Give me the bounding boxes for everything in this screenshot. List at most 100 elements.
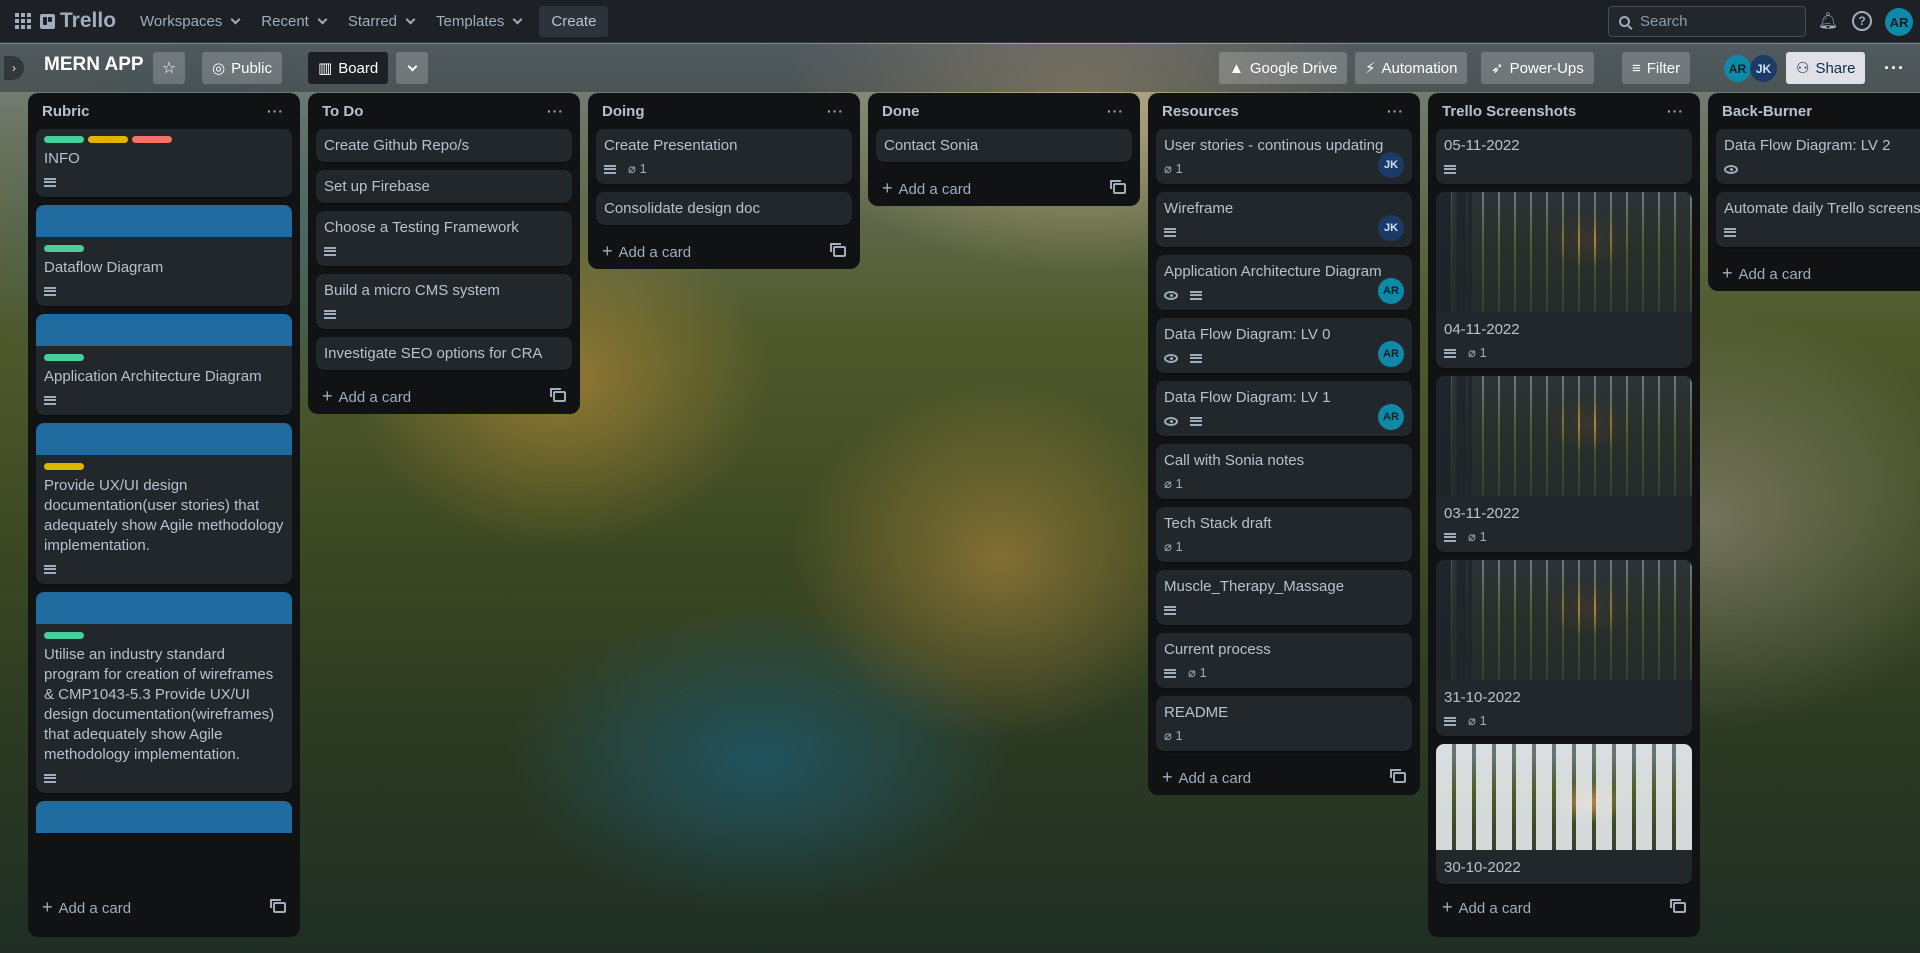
nav-recent[interactable]: Recent	[251, 7, 336, 36]
card[interactable]: Data Flow Diagram: LV 1 AR	[1156, 381, 1412, 436]
list-title[interactable]: Rubric	[42, 103, 90, 120]
card[interactable]: INFO	[36, 129, 292, 197]
card-template-icon[interactable]	[270, 898, 286, 913]
add-card-button[interactable]: + Add a card	[316, 378, 572, 414]
card[interactable]: Data Flow Diagram: LV 0 AR	[1156, 318, 1412, 373]
card[interactable]: 04-11-2022 ⌀ 1	[1436, 192, 1692, 368]
board-menu-dots-icon[interactable]: ···	[1884, 58, 1905, 79]
board-view-button[interactable]: ▥ Board	[308, 52, 389, 84]
notifications-bell-icon[interactable]: 🔔︎	[1818, 11, 1838, 31]
nav-workspaces[interactable]: Workspaces	[130, 7, 249, 36]
views-dropdown-button[interactable]	[396, 52, 428, 84]
add-card-button[interactable]: + Add a card	[1716, 255, 1912, 291]
list-title[interactable]: Resources	[1162, 103, 1239, 120]
list-title[interactable]: Back-Burner	[1722, 103, 1812, 120]
list-menu-dots-icon[interactable]: ···	[547, 103, 564, 119]
card[interactable]: Application Architecture Diagram	[36, 314, 292, 415]
card[interactable]: Provide UX/UI design documentation(user …	[36, 423, 292, 584]
card[interactable]: Build a micro CMS system	[316, 274, 572, 329]
add-card-button[interactable]: + Add a card	[876, 170, 1132, 206]
filter-button[interactable]: ≡ Filter	[1622, 52, 1691, 84]
automation-button[interactable]: ⚡ Automation	[1355, 52, 1468, 84]
card-title: INFO	[44, 150, 80, 167]
card-template-icon[interactable]	[550, 387, 566, 402]
list-to-do: To Do ··· Create Github Repo/s Set up Fi…	[308, 93, 580, 414]
card[interactable]: Automate daily Trello screensh	[1716, 192, 1920, 247]
nav-templates[interactable]: Templates	[426, 7, 531, 36]
card[interactable]: Contact Sonia	[876, 129, 1132, 162]
card-template-icon[interactable]	[830, 242, 846, 257]
board-title[interactable]: MERN APP	[44, 54, 144, 76]
card-member-avatar[interactable]: AR	[1378, 341, 1404, 367]
card[interactable]: Muscle_Therapy_Massage	[1156, 570, 1412, 625]
trello-logo[interactable]: Trello	[40, 9, 116, 33]
label-green[interactable]	[44, 632, 84, 639]
add-card-button[interactable]: + Add a card	[596, 233, 852, 269]
card[interactable]: User stories - continous updating ⌀ 1 JK	[1156, 129, 1412, 184]
app-switcher-icon[interactable]	[12, 10, 34, 32]
share-button[interactable]: ⚇ Share	[1786, 52, 1866, 84]
expand-sidebar-chevron-icon[interactable]: ›	[4, 56, 24, 80]
card-member-avatar[interactable]: JK	[1378, 215, 1404, 241]
add-card-button[interactable]: + Add a card	[36, 889, 292, 925]
list-title[interactable]: To Do	[322, 103, 363, 120]
label-green[interactable]	[44, 354, 84, 361]
help-icon[interactable]: ?	[1852, 11, 1872, 31]
card[interactable]: Call with Sonia notes ⌀ 1	[1156, 444, 1412, 499]
card[interactable]: Choose a Testing Framework	[316, 211, 572, 266]
card[interactable]: 31-10-2022 ⌀ 1	[1436, 560, 1692, 736]
card[interactable]: 03-11-2022 ⌀ 1	[1436, 376, 1692, 552]
list-menu-dots-icon[interactable]: ···	[1107, 103, 1124, 119]
card[interactable]: Set up Firebase	[316, 170, 572, 203]
list-title[interactable]: Trello Screenshots	[1442, 103, 1576, 120]
google-drive-button[interactable]: ▲ Google Drive	[1219, 52, 1348, 84]
card[interactable]: Data Flow Diagram: LV 2	[1716, 129, 1920, 184]
power-ups-button[interactable]: ➶ Power-Ups	[1481, 52, 1594, 84]
list-menu-dots-icon[interactable]: ···	[1667, 103, 1684, 119]
card[interactable]: Create Github Repo/s	[316, 129, 572, 162]
card[interactable]: 05-11-2022	[1436, 129, 1692, 184]
search-input[interactable]: Search	[1608, 6, 1806, 37]
card[interactable]: Wireframe JK	[1156, 192, 1412, 247]
card[interactable]: README ⌀ 1	[1156, 696, 1412, 751]
card-cover-image	[1436, 376, 1692, 496]
card-template-icon[interactable]	[1110, 179, 1126, 194]
list-menu-dots-icon[interactable]: ···	[267, 103, 284, 119]
list-menu-dots-icon[interactable]: ···	[1387, 103, 1404, 119]
card-member-avatar[interactable]: AR	[1378, 278, 1404, 304]
card-cover	[36, 423, 292, 455]
card[interactable]: Tech Stack draft ⌀ 1	[1156, 507, 1412, 562]
user-avatar[interactable]: AR	[1885, 8, 1913, 36]
card[interactable]: Utilise an industry standard program for…	[36, 592, 292, 793]
card[interactable]	[36, 801, 292, 833]
visibility-button[interactable]: ◎ Public	[202, 52, 282, 84]
card-template-icon[interactable]	[1390, 768, 1406, 783]
card[interactable]: Consolidate design doc	[596, 192, 852, 225]
list-title[interactable]: Doing	[602, 103, 645, 120]
card[interactable]: 30-10-2022	[1436, 744, 1692, 884]
member-avatar[interactable]: JK	[1750, 55, 1777, 82]
list-title[interactable]: Done	[882, 103, 920, 120]
card-template-icon[interactable]	[1670, 898, 1686, 913]
list-menu-dots-icon[interactable]: ···	[827, 103, 844, 119]
card[interactable]: Create Presentation ⌀ 1	[596, 129, 852, 184]
card-member-avatar[interactable]: AR	[1378, 404, 1404, 430]
card[interactable]: Investigate SEO options for CRA	[316, 337, 572, 370]
member-avatar[interactable]: AR	[1724, 55, 1751, 82]
card-labels[interactable]	[44, 136, 284, 143]
card-member-avatar[interactable]: JK	[1378, 152, 1404, 178]
add-card-button[interactable]: + Add a card	[1156, 759, 1412, 795]
add-card-button[interactable]: + Add a card	[1436, 889, 1692, 925]
nav-starred[interactable]: Starred	[338, 7, 424, 36]
label-green[interactable]	[44, 245, 84, 252]
create-button[interactable]: Create	[539, 5, 609, 37]
card[interactable]: Application Architecture Diagram AR	[1156, 255, 1412, 310]
label-yellow[interactable]	[88, 136, 128, 143]
label-red[interactable]	[132, 136, 172, 143]
label-yellow[interactable]	[44, 463, 84, 470]
star-board-button[interactable]: ☆	[153, 52, 185, 84]
card[interactable]: Current process ⌀ 1	[1156, 633, 1412, 688]
card[interactable]: Dataflow Diagram	[36, 205, 292, 306]
card-title: Tech Stack draft	[1164, 515, 1272, 532]
label-green[interactable]	[44, 136, 84, 143]
